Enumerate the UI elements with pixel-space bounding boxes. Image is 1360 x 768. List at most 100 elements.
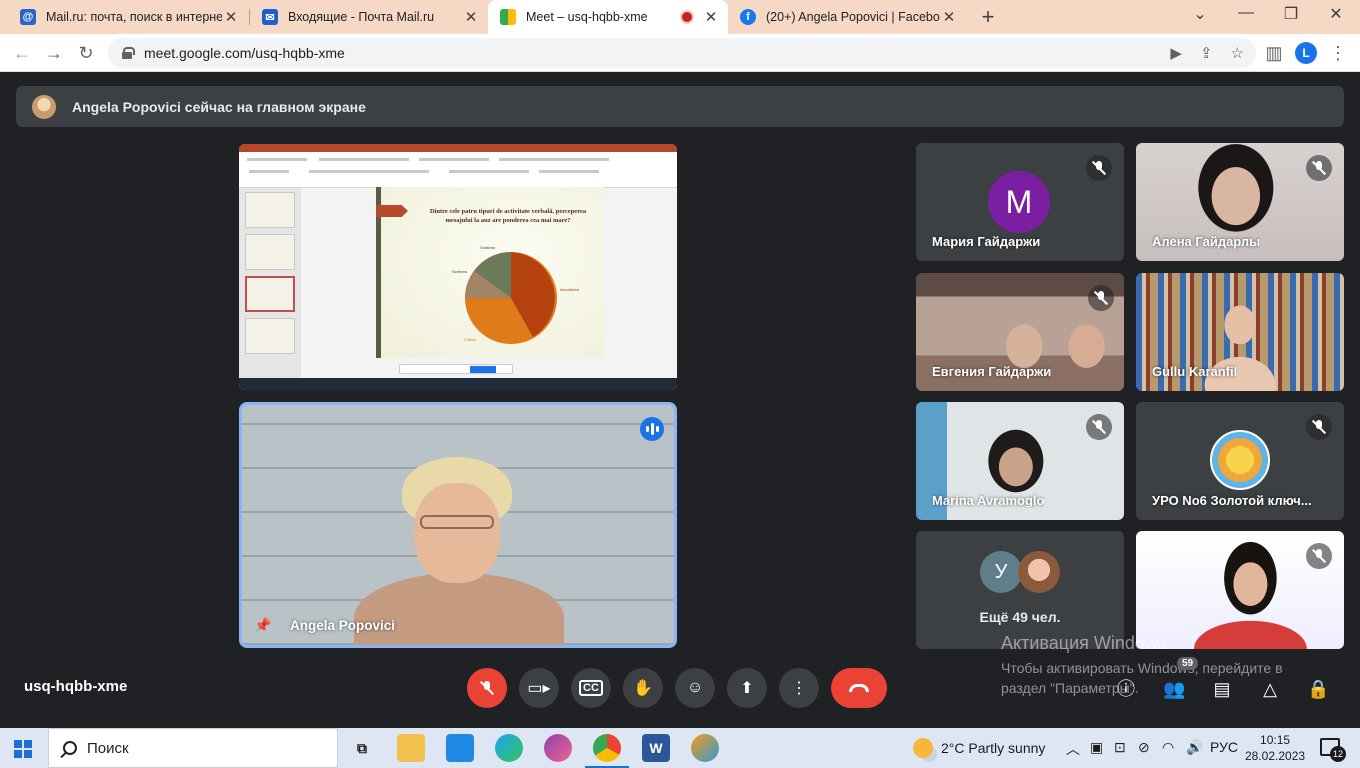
clock-date: 28.02.2023: [1245, 749, 1306, 763]
mic-off-icon: [1086, 155, 1112, 181]
ms-store-icon[interactable]: [446, 734, 474, 762]
tray-overflow-chevron-icon[interactable]: ︿: [1066, 739, 1080, 759]
screen-share-tile[interactable]: Dintre cele patru tipuri de activitate v…: [239, 144, 677, 390]
side-panel-icon[interactable]: ▥: [1262, 42, 1286, 64]
share-icon[interactable]: ⇪: [1200, 44, 1213, 62]
paint3d-app-icon[interactable]: [691, 734, 719, 762]
network-off-icon[interactable]: ⊘: [1138, 739, 1150, 756]
camera-in-use-icon[interactable]: ▶: [1170, 44, 1182, 62]
tab-title: Meet – usq-hqbb-xme: [526, 10, 648, 24]
host-controls-lock-icon[interactable]: 🔒: [1307, 678, 1329, 700]
participant-tile[interactable]: УРО No6 Золотой ключ...: [1136, 402, 1344, 520]
paint-app-icon[interactable]: [544, 734, 572, 762]
participant-tile[interactable]: M Мария Гайдаржи: [916, 143, 1124, 261]
more-options-button[interactable]: ⋮: [779, 668, 819, 708]
tray-device-icon[interactable]: ⊡: [1114, 739, 1126, 756]
tab-search-chevron-icon[interactable]: ⌄: [1185, 4, 1215, 28]
word-app-icon[interactable]: W: [642, 734, 670, 762]
reactions-button[interactable]: ☺: [675, 668, 715, 708]
emoji-icon: ☺: [686, 679, 704, 696]
slide-thumbnail: [245, 192, 295, 228]
tray-app-icon[interactable]: ▣: [1090, 739, 1103, 756]
participant-name: Алена Гайдарлы: [1152, 234, 1261, 249]
task-view-icon[interactable]: ⧉: [348, 734, 376, 762]
tab-mailru[interactable]: @ Mail.ru: почта, поиск в интернет ✕: [8, 0, 248, 34]
close-tab-icon[interactable]: ✕: [462, 8, 480, 26]
chat-icon[interactable]: ▤: [1211, 678, 1233, 700]
current-slide: Dintre cele patru tipuri de activitate v…: [376, 187, 604, 358]
leave-call-button[interactable]: [831, 668, 887, 708]
address-bar[interactable]: meet.google.com/usq-hqbb-xme ▶ ⇪ ☆: [108, 38, 1256, 68]
banner-text: Angela Popovici сейчас на главном экране: [72, 98, 366, 115]
tab-title: Входящие - Почта Mail.ru: [288, 10, 435, 24]
facebook-icon: f: [740, 9, 756, 25]
speaking-indicator-icon: [640, 417, 664, 441]
participant-tile[interactable]: Gullu Karanfil: [1136, 273, 1344, 391]
sharing-notice: [399, 364, 513, 374]
raise-hand-button[interactable]: ✋: [623, 668, 663, 708]
close-window-icon[interactable]: ✕: [1321, 4, 1351, 28]
people-icon[interactable]: 👥: [1163, 678, 1185, 700]
tab-meet[interactable]: Meet – usq-hqbb-xme ✕: [488, 0, 728, 34]
active-speaker-tile[interactable]: 📌 Angela Popovici: [239, 402, 677, 648]
close-tab-icon[interactable]: ✕: [222, 8, 240, 26]
taskbar-clock[interactable]: 10:15 28.02.2023: [1245, 732, 1305, 764]
present-screen-button[interactable]: ⬆: [727, 668, 767, 708]
captions-button[interactable]: CC: [571, 668, 611, 708]
slide-pie-chart: Vorbirea Scrierea Ascultarea Citirea: [452, 245, 580, 344]
forward-arrow-icon[interactable]: →: [42, 42, 66, 64]
presenting-banner: Angela Popovici сейчас на главном экране: [16, 86, 1344, 127]
edge-browser-icon[interactable]: [495, 734, 523, 762]
taskbar-search-box[interactable]: Поиск: [48, 728, 338, 768]
notification-center-icon[interactable]: 12: [1320, 738, 1346, 762]
wifi-icon[interactable]: ◠: [1162, 739, 1174, 756]
mic-toggle-button[interactable]: [467, 668, 507, 708]
profile-avatar[interactable]: L: [1295, 42, 1317, 64]
video-camera-icon: ▭▸: [527, 680, 551, 697]
closed-captions-icon: CC: [579, 680, 603, 696]
windows-taskbar: Поиск ⧉ W 2°C Partly sunny ︿ ▣ ⊡ ⊘ ◠ 🔊 Р…: [0, 728, 1360, 768]
participant-tile[interactable]: Алена Гайдарлы: [1136, 143, 1344, 261]
restore-icon[interactable]: ❐: [1276, 4, 1306, 28]
tab-mail-inbox[interactable]: ✉ Входящие - Почта Mail.ru ✕: [250, 0, 488, 34]
participant-tile[interactable]: [1136, 531, 1344, 649]
shared-screen-taskbar: [239, 378, 677, 390]
windows-start-icon[interactable]: [14, 740, 32, 758]
tab-title: Mail.ru: почта, поиск в интернет: [46, 10, 222, 24]
new-tab-button[interactable]: +: [976, 4, 1000, 30]
avatar: [32, 94, 56, 119]
pie-label: Ascultarea: [560, 287, 580, 292]
back-arrow-icon[interactable]: ←: [10, 42, 34, 64]
meeting-code: usq-hqbb-xme: [24, 678, 128, 695]
participant-tile[interactable]: Евгения Гайдаржи: [916, 273, 1124, 391]
reload-icon[interactable]: ↻: [74, 42, 98, 64]
volume-icon[interactable]: 🔊: [1186, 739, 1203, 756]
file-explorer-icon[interactable]: [397, 734, 425, 762]
mic-off-icon: [1306, 543, 1332, 569]
watermark-title: Активация Windows: [1001, 633, 1167, 653]
mic-off-icon: [1306, 155, 1332, 181]
browser-menu-icon[interactable]: ⋮: [1326, 42, 1350, 64]
participant-tile[interactable]: Marina Avramoglo: [916, 402, 1124, 520]
more-participants-tile[interactable]: У Ещё 49 чел.: [916, 531, 1124, 649]
mic-off-icon: [1088, 285, 1114, 311]
participant-name: Marina Avramoglo: [932, 493, 1045, 508]
minimize-icon[interactable]: —: [1231, 4, 1261, 28]
clock-time: 10:15: [1260, 733, 1291, 747]
bookmark-star-icon[interactable]: ☆: [1231, 44, 1244, 62]
close-tab-icon[interactable]: ✕: [940, 8, 958, 26]
tab-facebook[interactable]: f (20+) Angela Popovici | Facebook ✕: [728, 0, 966, 34]
avatar: У: [980, 551, 1022, 593]
info-icon[interactable]: ⓘ: [1115, 678, 1137, 700]
slide-thumbnail: [245, 234, 295, 270]
language-indicator[interactable]: РУС: [1210, 739, 1238, 755]
avatar: [1018, 551, 1060, 593]
weather-widget[interactable]: 2°C Partly sunny: [913, 738, 1045, 758]
mic-off-icon: [1306, 414, 1332, 440]
pin-icon[interactable]: 📌: [254, 617, 271, 635]
chrome-browser-icon[interactable]: [585, 734, 629, 768]
activities-icon[interactable]: △: [1259, 678, 1281, 700]
browser-toolbar: ← → ↻ meet.google.com/usq-hqbb-xme ▶ ⇪ ☆…: [0, 34, 1360, 72]
close-tab-icon[interactable]: ✕: [702, 8, 720, 26]
camera-toggle-button[interactable]: ▭▸: [519, 668, 559, 708]
